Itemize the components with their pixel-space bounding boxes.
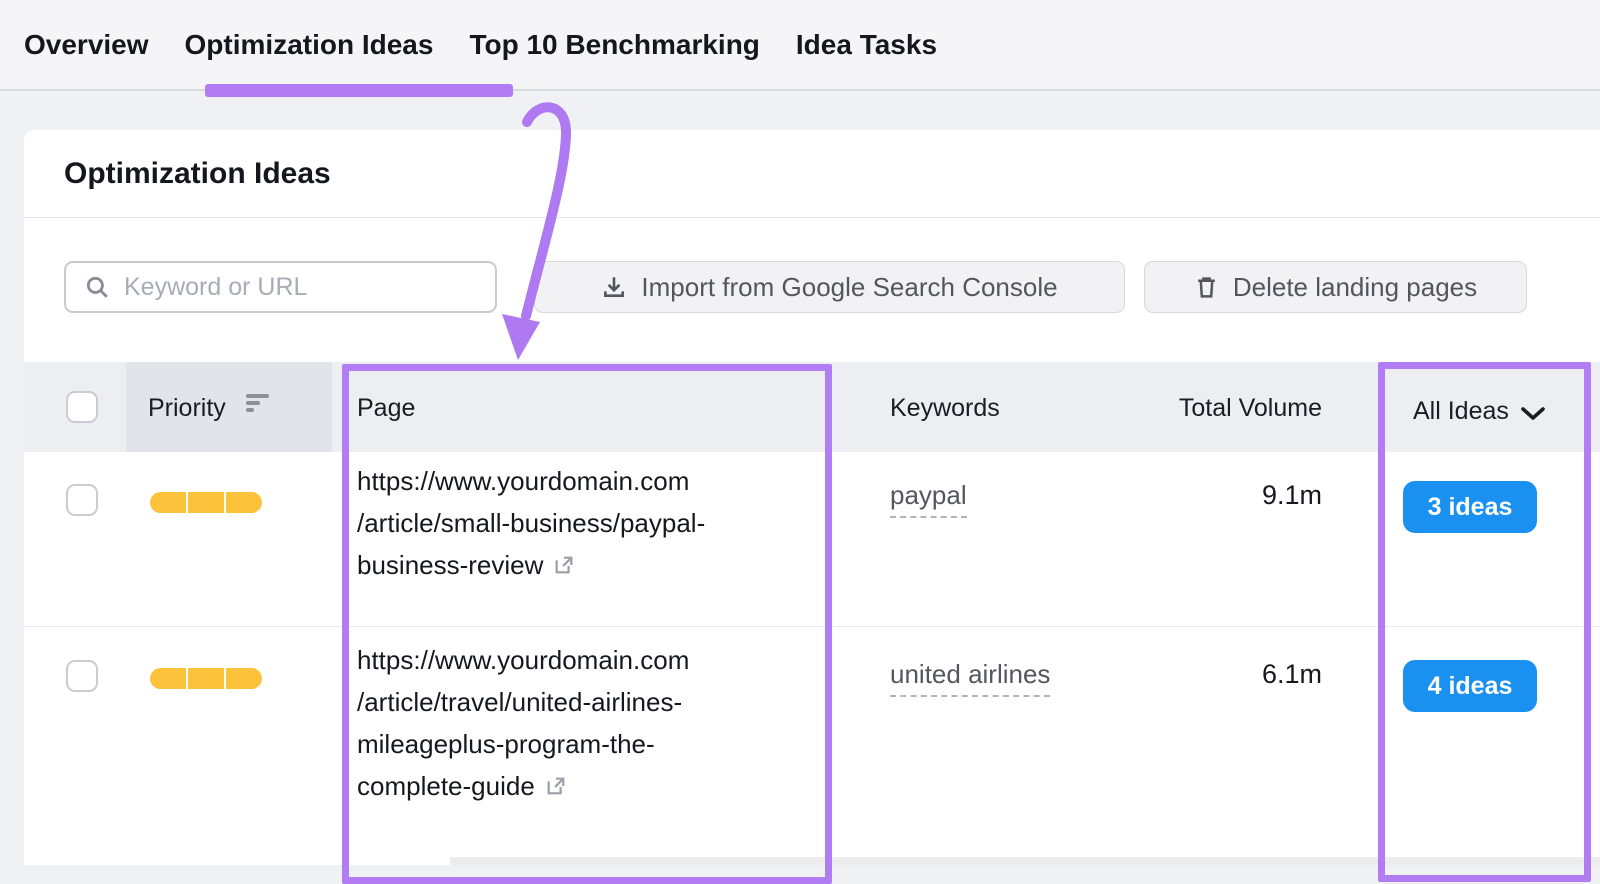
import-from-gsc-button[interactable]: Import from Google Search Console xyxy=(534,261,1125,313)
horizontal-scrollbar[interactable] xyxy=(450,857,1600,865)
tab-top-10-benchmarking[interactable]: Top 10 Benchmarking xyxy=(469,29,759,61)
optimization-ideas-panel: Optimization Ideas Import from Google Se… xyxy=(24,130,1600,865)
priority-indicator-high xyxy=(150,492,262,513)
column-header-page[interactable]: Page xyxy=(357,394,415,423)
page-url-cell[interactable]: https://www.yourdomain.com /article/smal… xyxy=(357,460,807,588)
ideas-count-button[interactable]: 3 ideas xyxy=(1403,481,1537,533)
page-title: Optimization Ideas xyxy=(64,157,331,190)
page-url-line: https://www.yourdomain.com xyxy=(357,645,690,675)
import-button-label: Import from Google Search Console xyxy=(641,271,1058,302)
sort-descending-icon[interactable] xyxy=(246,394,269,412)
tab-optimization-ideas[interactable]: Optimization Ideas xyxy=(185,29,434,61)
search-input-wrapper xyxy=(64,261,497,313)
page-url-cell[interactable]: https://www.yourdomain.com /article/trav… xyxy=(357,639,807,809)
download-icon xyxy=(604,277,625,297)
table-row: https://www.yourdomain.com /article/trav… xyxy=(24,628,1600,865)
page-url-line: mileageplus-program-the- xyxy=(357,729,655,759)
table-header-row: Priority Page Keywords Total Volume All … xyxy=(24,362,1600,452)
delete-landing-pages-button[interactable]: Delete landing pages xyxy=(1144,261,1527,313)
tab-bar: Overview Optimization Ideas Top 10 Bench… xyxy=(0,0,1600,91)
row-checkbox[interactable] xyxy=(66,660,98,692)
page-url-line: business-review xyxy=(357,550,544,580)
keyword-link[interactable]: united airlines xyxy=(890,659,1051,697)
ideas-filter-dropdown[interactable]: All Ideas xyxy=(1413,397,1509,426)
page-url-line: https://www.yourdomain.com xyxy=(357,466,690,496)
select-all-checkbox[interactable] xyxy=(66,391,98,423)
keyword-link[interactable]: paypal xyxy=(890,480,967,518)
table-row: https://www.yourdomain.com /article/smal… xyxy=(24,452,1600,627)
page-url-line: /article/small-business/paypal- xyxy=(357,508,706,538)
trash-icon xyxy=(1198,277,1215,298)
divider xyxy=(24,217,1600,218)
external-link-icon[interactable] xyxy=(553,546,575,588)
search-input[interactable] xyxy=(124,272,477,302)
column-header-total-volume[interactable]: Total Volume xyxy=(1122,394,1322,423)
column-header-keywords[interactable]: Keywords xyxy=(890,394,1000,423)
page-url-line: complete-guide xyxy=(357,771,535,801)
tab-overview[interactable]: Overview xyxy=(24,29,149,61)
total-volume-value: 9.1m xyxy=(1261,480,1322,510)
row-checkbox[interactable] xyxy=(66,484,98,516)
delete-button-label: Delete landing pages xyxy=(1232,271,1478,302)
page-url-line: /article/travel/united-airlines- xyxy=(357,687,683,717)
ideas-count-button[interactable]: 4 ideas xyxy=(1403,660,1537,712)
column-header-priority[interactable]: Priority xyxy=(148,394,226,423)
priority-indicator-high xyxy=(150,668,262,689)
search-icon xyxy=(86,276,108,298)
external-link-icon[interactable] xyxy=(545,767,567,809)
total-volume-value: 6.1m xyxy=(1261,659,1322,689)
chevron-down-icon[interactable] xyxy=(1520,405,1546,423)
tab-idea-tasks[interactable]: Idea Tasks xyxy=(796,29,937,61)
